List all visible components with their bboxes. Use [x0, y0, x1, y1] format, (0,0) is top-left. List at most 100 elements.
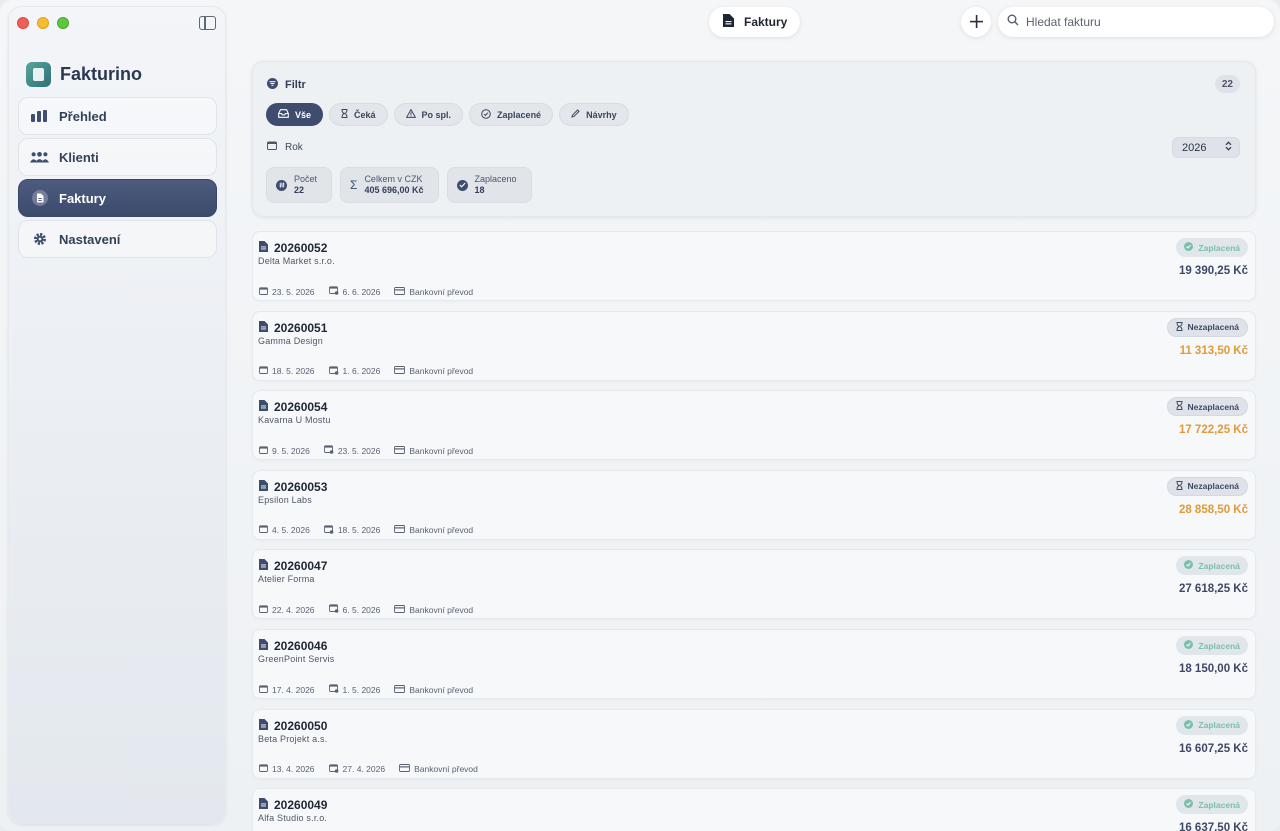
- check-circle-icon: [1184, 640, 1194, 651]
- invoice-row[interactable]: 20260049 Alfa Studio s.r.o. Zaplacená 16…: [252, 788, 1256, 831]
- invoice-due-date: 23. 5. 2026: [337, 445, 381, 456]
- invoice-due-date: 1. 5. 2026: [342, 684, 381, 695]
- chip-vse[interactable]: Vše: [266, 103, 324, 126]
- sidebar-toggle-icon[interactable]: [199, 16, 216, 30]
- summary-stats: Počet 22 Σ Celkem v CZK 405 696,00 Kč Zapl…: [266, 167, 532, 203]
- year-select[interactable]: 2026: [1172, 137, 1240, 158]
- invoice-header: 20260050: [259, 717, 327, 735]
- invoice-row[interactable]: 20260054 Kavarna U Mostu 9. 5. 2026 23. …: [252, 390, 1256, 461]
- chip-label: Po spl.: [421, 109, 452, 120]
- filter-panel: Filtr 22 Vše Čeká Po spl. Zaplacené Návr…: [252, 61, 1256, 217]
- document-icon: [259, 796, 268, 814]
- calendar-icon: [267, 141, 277, 153]
- status-label: Zaplacená: [1198, 720, 1240, 731]
- chip-label: Návrhy: [586, 109, 617, 120]
- document-icon: [259, 478, 268, 496]
- invoice-issued-date: 22. 4. 2026: [272, 604, 315, 615]
- tray-icon: [278, 109, 289, 120]
- due-calendar-icon: [328, 763, 339, 775]
- invoice-client: Atelier Forma: [258, 574, 315, 585]
- stat-total: Σ Celkem v CZK 405 696,00 Kč: [340, 167, 439, 203]
- status-label: Zaplacená: [1198, 242, 1240, 253]
- sidebar-item-faktury[interactable]: Faktury: [18, 179, 217, 217]
- stat-label: Celkem v CZK: [364, 174, 423, 184]
- invoice-row[interactable]: 20260052 Delta Market s.r.o. 23. 5. 2026…: [252, 231, 1256, 301]
- invoice-amount: 17 722,25 Kč: [1178, 424, 1248, 437]
- due-calendar-icon: [328, 365, 339, 377]
- due-calendar-icon: [328, 604, 339, 615]
- check-circle-icon: [1184, 560, 1194, 571]
- invoice-meta: 17. 4. 2026 1. 5. 2026 Bankovní převod: [259, 684, 473, 695]
- minimize-window-button[interactable]: [37, 17, 49, 29]
- bar-chart-icon: [30, 108, 49, 124]
- stat-label: Počet: [294, 174, 318, 184]
- chip-po-splatnosti[interactable]: Po spl.: [393, 103, 464, 126]
- sidebar-item-nastaveni[interactable]: Nastavení: [18, 220, 217, 258]
- credit-card-icon: [399, 764, 411, 774]
- invoice-issued-date: 23. 5. 2026: [272, 286, 315, 297]
- check-circle-icon: [1184, 719, 1194, 731]
- status-badge: Zaplacená: [1176, 715, 1248, 735]
- due-calendar-icon: [328, 286, 339, 297]
- credit-card-icon: [394, 366, 406, 376]
- invoice-due-date: 1. 6. 2026: [342, 366, 381, 377]
- search-field[interactable]: [998, 7, 1274, 37]
- invoice-row[interactable]: 20260051 Gamma Design 18. 5. 2026 1. 6. …: [252, 310, 1256, 381]
- search-input[interactable]: [1026, 15, 1246, 29]
- status-label: Zaplacená: [1198, 560, 1240, 571]
- chip-navrhy[interactable]: Návrhy: [559, 103, 629, 126]
- invoice-due-date: 27. 4. 2026: [342, 764, 386, 775]
- invoice-row[interactable]: 20260047 Atelier Forma 22. 4. 2026 6. 5.…: [252, 549, 1256, 620]
- invoice-issued-date: 13. 4. 2026: [272, 764, 315, 775]
- invoice-header: 20260051: [259, 319, 327, 337]
- zoom-window-button[interactable]: [57, 17, 69, 29]
- invoice-amount: 27 618,25 Kč: [1178, 583, 1248, 596]
- invoice-meta: 9. 5. 2026 23. 5. 2026 Bankovní převod: [259, 445, 473, 456]
- invoice-number: 20260050: [274, 718, 328, 733]
- chip-ceka[interactable]: Čeká: [329, 103, 388, 126]
- add-invoice-button[interactable]: [961, 7, 991, 37]
- invoice-row[interactable]: 20260050 Beta Projekt a.s. 13. 4. 2026 2…: [252, 708, 1256, 779]
- chip-zaplacene[interactable]: Zaplacené: [469, 103, 554, 126]
- invoice-client: Alfa Studio s.r.o.: [258, 813, 328, 824]
- calendar-icon: [259, 366, 268, 376]
- invoice-row[interactable]: 20260046 GreenPoint Servis 17. 4. 2026 1…: [252, 629, 1256, 699]
- calendar-icon: [259, 764, 268, 774]
- invoice-issued-date: 17. 4. 2026: [272, 684, 315, 695]
- hourglass-icon: [1176, 480, 1183, 492]
- status-badge: Nezaplacená: [1166, 317, 1248, 337]
- credit-card-icon: [394, 684, 406, 695]
- app-name: Fakturino: [60, 64, 143, 84]
- year-value: 2026: [1182, 141, 1207, 154]
- close-window-button[interactable]: [17, 17, 29, 29]
- number-icon: [276, 179, 287, 191]
- invoice-header: 20260052: [259, 239, 327, 257]
- due-calendar-icon: [323, 445, 334, 456]
- sidebar-item-prehled[interactable]: Přehled: [18, 97, 217, 135]
- invoice-payment-method: Bankovní převod: [414, 764, 478, 775]
- window-title: Faktury: [709, 7, 800, 37]
- sidebar-item-label: Klienti: [59, 149, 99, 165]
- invoice-client: Kavarna U Mostu: [258, 415, 331, 426]
- stat-value: 405 696,00 Kč: [364, 185, 424, 195]
- stat-value: 22: [294, 185, 305, 195]
- credit-card-icon: [394, 286, 406, 297]
- stat-count: Počet 22: [266, 167, 333, 203]
- stat-paid: Zaplaceno 18: [446, 167, 532, 203]
- plus-icon: [969, 11, 983, 34]
- sidebar: Fakturino Přehled Klienti Faktury Nastav…: [8, 6, 226, 824]
- status-badge: Zaplacená: [1176, 238, 1248, 257]
- invoice-payment-method: Bankovní převod: [409, 525, 474, 536]
- invoice-row[interactable]: 20260053 Epsilon Labs 4. 5. 2026 18. 5. …: [252, 469, 1256, 540]
- invoice-number: 20260052: [274, 241, 328, 255]
- status-label: Zaplacená: [1198, 640, 1240, 651]
- chevron-updown-icon: [1225, 141, 1232, 154]
- invoice-payment-method: Bankovní převod: [409, 604, 474, 615]
- invoice-client: GreenPoint Servis: [258, 654, 335, 664]
- pencil-icon: [571, 109, 580, 120]
- invoice-client: Beta Projekt a.s.: [258, 733, 328, 744]
- invoice-payment-method: Bankovní převod: [409, 445, 474, 456]
- sidebar-item-klienti[interactable]: Klienti: [18, 138, 217, 176]
- status-badge: Zaplacená: [1176, 636, 1248, 655]
- search-icon: [1007, 13, 1019, 31]
